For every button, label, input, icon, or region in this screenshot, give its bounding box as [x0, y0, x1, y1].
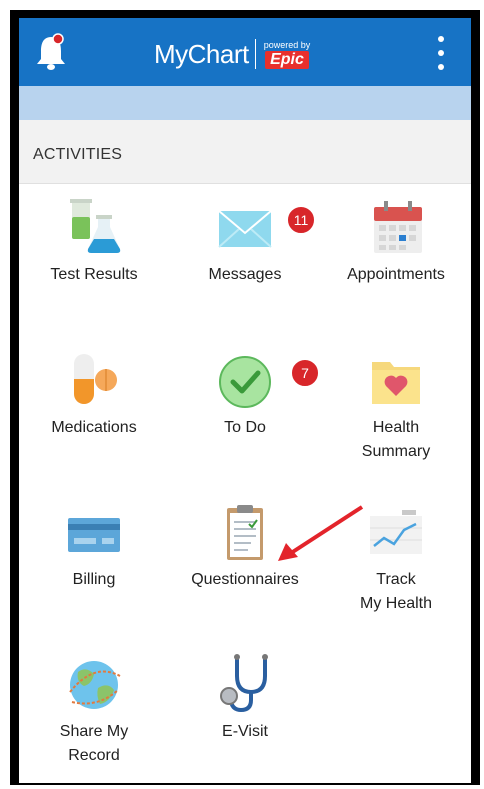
activity-test-results[interactable]: Test Results	[19, 183, 169, 333]
activity-label: Share My Record	[59, 723, 129, 764]
activity-e-visit[interactable]: E-Visit	[170, 640, 320, 783]
activity-messages[interactable]: 11 Messages	[170, 183, 320, 333]
powered-by-text: powered by	[263, 39, 311, 50]
sub-header-bar	[19, 86, 471, 120]
activity-label: E-Visit	[222, 723, 268, 740]
activity-label: Billing	[72, 571, 116, 588]
credit-card-icon	[68, 518, 120, 552]
menu-dot	[438, 50, 444, 56]
folder-heart-icon	[372, 362, 420, 404]
pills-icon	[74, 354, 117, 404]
epic-brand: Epic	[265, 50, 309, 69]
activity-health-summary[interactable]: Health Summary	[321, 336, 471, 486]
stethoscope-icon	[220, 654, 268, 713]
bell-icon[interactable]	[33, 32, 69, 72]
clipboard-icon	[227, 505, 263, 560]
powered-by-badge: powered by Epic	[263, 39, 311, 69]
activity-label: Test Results	[50, 266, 138, 283]
annotation-arrow-icon	[278, 505, 364, 561]
activity-appointments[interactable]: Appointments	[321, 183, 471, 333]
top-bar: MyChart powered by Epic	[19, 18, 471, 86]
app-name: MyChart	[154, 38, 249, 69]
activity-label: To Do	[224, 419, 266, 436]
menu-dot	[438, 64, 444, 70]
activity-label: Track My Health	[359, 571, 433, 612]
section-title: ACTIVITIES	[33, 146, 123, 163]
menu-dot	[438, 36, 444, 42]
activity-label: Medications	[51, 419, 137, 436]
more-vert-icon[interactable]	[429, 36, 453, 70]
messages-badge: 11	[286, 205, 316, 235]
activity-label: Messages	[208, 266, 282, 283]
activity-label: Appointments	[347, 266, 445, 283]
to-do-badge: 7	[290, 358, 320, 388]
activity-to-do[interactable]: 7 To Do	[170, 336, 320, 486]
activity-label: Health Summary	[361, 419, 431, 460]
activity-label: Questionnaires	[191, 571, 299, 588]
activity-medications[interactable]: Medications	[19, 336, 169, 486]
envelope-icon	[218, 210, 272, 248]
globe-icon	[69, 661, 121, 709]
calendar-icon	[374, 201, 422, 253]
app-screen: MyChart powered by Epic ACTIVITIES Test …	[19, 18, 471, 783]
checkmark-icon	[219, 356, 271, 408]
test-tubes-icon	[70, 199, 121, 253]
line-graph-icon	[370, 510, 422, 554]
mychart-logo: MyChart powered by Epic	[154, 34, 310, 74]
logo-divider	[254, 39, 256, 69]
activity-share-my-record[interactable]: Share My Record	[19, 640, 169, 783]
activity-billing[interactable]: Billing	[19, 488, 169, 638]
section-header: ACTIVITIES	[19, 120, 471, 184]
